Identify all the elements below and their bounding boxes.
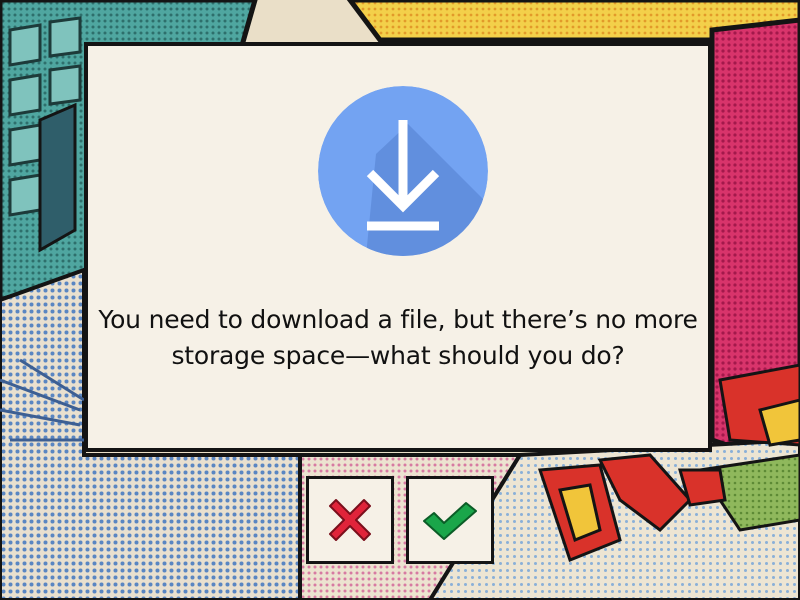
question-card: You need to download a file, but there’s… <box>84 42 712 452</box>
cross-icon <box>329 499 371 541</box>
check-icon <box>423 502 477 540</box>
wrong-answer-button[interactable] <box>306 476 394 564</box>
download-icon <box>318 86 488 256</box>
correct-answer-button[interactable] <box>406 476 494 564</box>
game-screen: You need to download a file, but there’s… <box>0 0 800 600</box>
question-text: You need to download a file, but there’s… <box>98 305 698 370</box>
